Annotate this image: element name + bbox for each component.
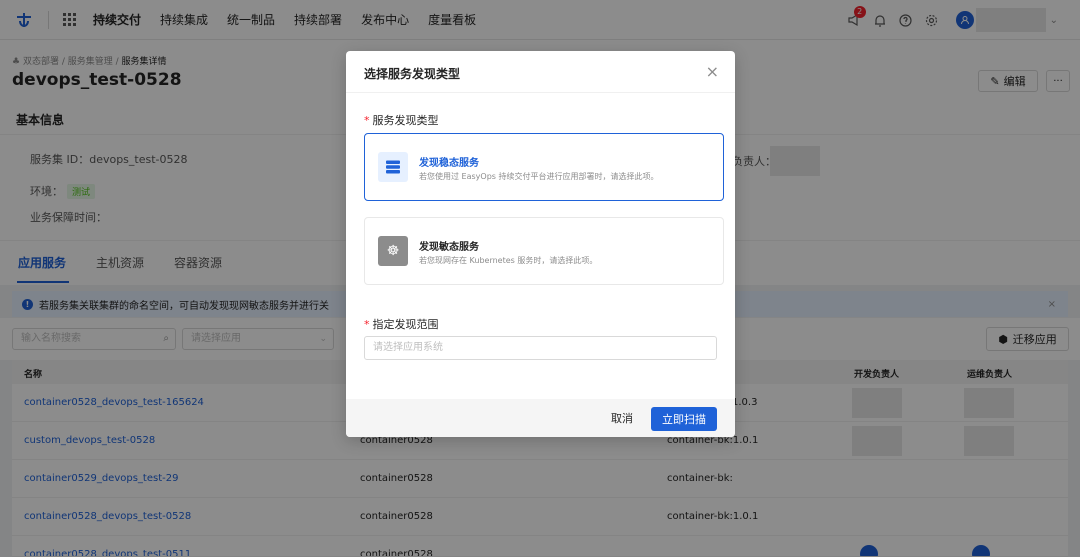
- cancel-button[interactable]: 取消: [611, 410, 633, 426]
- type-label-text: 服务发现类型: [372, 114, 439, 127]
- option-title: 发现稳态服务: [419, 158, 479, 169]
- option-stable-service[interactable]: 发现稳态服务 若您使用过 EasyOps 持续交付平台进行应用部署时，请选择此项…: [364, 133, 724, 201]
- scope-label-text: 指定发现范围: [372, 318, 439, 331]
- scope-select-input[interactable]: 请选择应用系统: [364, 336, 717, 360]
- required-mark: *: [364, 114, 370, 127]
- modal-footer: 取消 立即扫描: [346, 399, 735, 437]
- option-desc: 若您使用过 EasyOps 持续交付平台进行应用部署时，请选择此项。: [419, 172, 659, 181]
- modal-close-icon[interactable]: ×: [706, 62, 719, 81]
- modal-divider: [346, 92, 735, 93]
- scope-field-label: * 指定发现范围: [364, 316, 439, 332]
- type-field-label: * 服务发现类型: [364, 112, 439, 128]
- option-agile-service[interactable]: ☸ 发现敏态服务 若您现网存在 Kubernetes 服务时，请选择此项。: [364, 217, 724, 285]
- scope-placeholder: 请选择应用系统: [373, 342, 443, 353]
- option-title: 发现敏态服务: [419, 242, 479, 253]
- server-stack-icon: [378, 152, 408, 182]
- kubernetes-helm-icon: ☸: [378, 236, 408, 266]
- modal-title: 选择服务发现类型: [364, 67, 461, 81]
- option-desc: 若您现网存在 Kubernetes 服务时，请选择此项。: [419, 256, 598, 265]
- discovery-type-modal: 选择服务发现类型 × * 服务发现类型 发现稳态服务 若您使用过 EasyOps …: [346, 51, 735, 437]
- required-mark: *: [364, 318, 370, 331]
- scan-now-button[interactable]: 立即扫描: [651, 407, 717, 431]
